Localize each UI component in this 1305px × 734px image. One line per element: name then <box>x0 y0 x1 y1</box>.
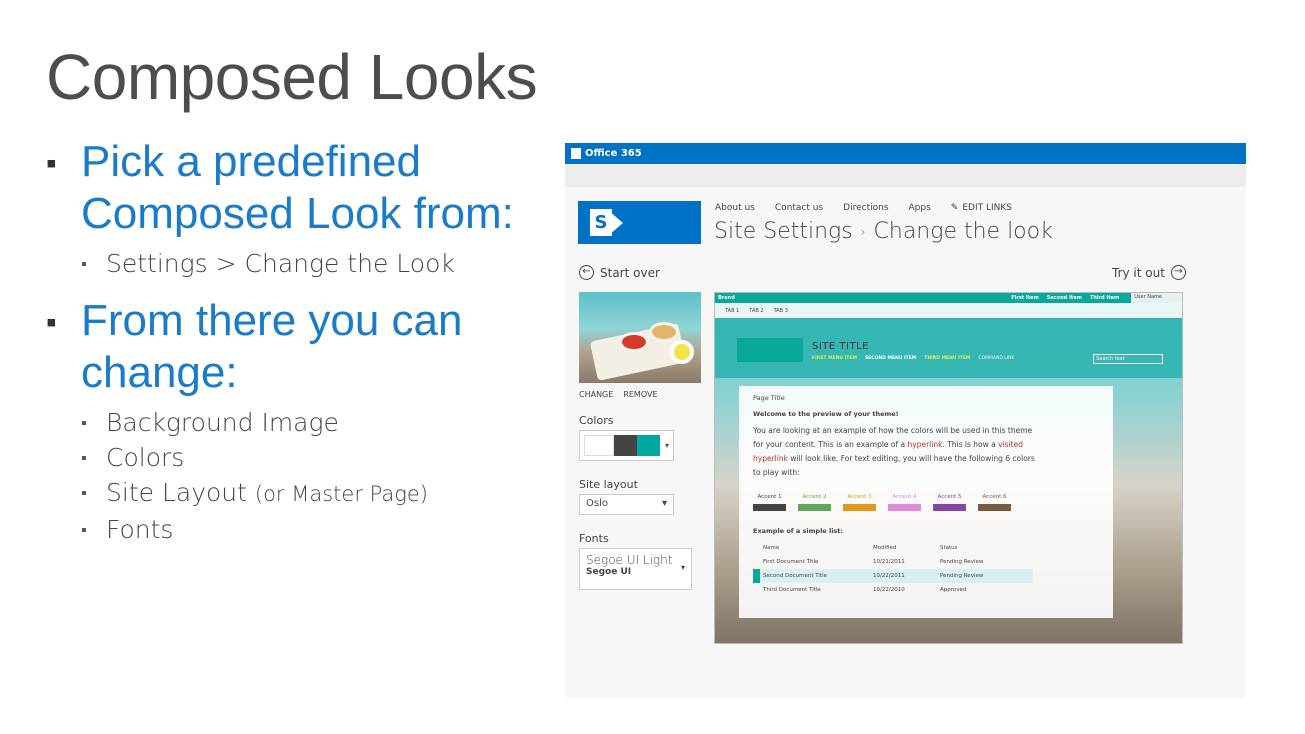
arrow-right-icon: → <box>1170 265 1186 280</box>
preview-list: Name Modified Status First Document Titl… <box>753 541 1033 597</box>
accent-colors: Accent 1 Accent 2 Accent 3 Accent 4 Acce… <box>753 494 1099 511</box>
preview-site-title: SITE TITLE <box>812 341 869 352</box>
preview-logo <box>737 338 803 362</box>
edit-links-button[interactable]: ✎ EDIT LINKS <box>951 203 1012 213</box>
table-row: First Document Title 10/21/2011 Pending … <box>763 559 984 565</box>
font-heading: Segoe UI Light <box>586 553 673 567</box>
accent-3: Accent 3 <box>843 494 876 511</box>
background-image-thumbnail <box>579 292 701 383</box>
preview-content-card: Page Title Welcome to the preview of you… <box>739 386 1113 618</box>
preview-body: You are looking at an example of how the… <box>753 424 1038 480</box>
table-row-selected: Second Document Title 10/22/2011 Pending… <box>753 569 1033 583</box>
sub-bullet-background: Background Image <box>46 405 526 440</box>
edit-links-label: EDIT LINKS <box>962 203 1012 213</box>
screenshot-panel: Office 365 S About us Contact us Directi… <box>565 143 1246 698</box>
sub-bullet-fonts: Fonts <box>46 512 526 547</box>
site-layout-label: Site layout <box>579 478 638 491</box>
change-image-link[interactable]: CHANGE <box>579 390 613 399</box>
slide-title: Composed Looks <box>46 41 538 113</box>
preview-menu-first: FIRST MENU ITEM <box>812 356 857 361</box>
sub-bullet-colors: Colors <box>46 440 526 475</box>
nav-apps[interactable]: Apps <box>909 203 931 213</box>
preview-top-link-1: First Item <box>1011 295 1039 301</box>
nav-directions[interactable]: Directions <box>843 203 888 213</box>
start-over-label: Start over <box>600 265 660 280</box>
chevron-down-icon: ▾ <box>680 563 685 572</box>
image-actions: CHANGE REMOVE <box>579 390 658 399</box>
preview-tab-1: TAB 1 <box>725 308 740 314</box>
preview-menu: FIRST MENU ITEM SECOND MENU ITEM THIRD M… <box>812 356 1014 361</box>
nav-contact-us[interactable]: Contact us <box>775 203 823 213</box>
color-swatch-2 <box>614 435 638 456</box>
try-it-out-button[interactable]: Try it out → <box>1112 265 1186 280</box>
sub-bullet-note: (or Master Page) <box>254 482 428 506</box>
ribbon-strip <box>565 164 1246 187</box>
table-row: Third Document Title 10/22/2010 Approved <box>763 587 967 593</box>
start-over-button[interactable]: ← Start over <box>579 265 660 280</box>
chevron-down-icon: ▾ <box>661 498 667 509</box>
preview-list-heading: Example of a simple list: <box>753 527 844 535</box>
accent-1: Accent 1 <box>753 494 786 511</box>
accent-6: Accent 6 <box>978 494 1011 511</box>
bullet-list: Pick a predefined Composed Look from: Se… <box>46 136 526 547</box>
sharepoint-logo-icon[interactable]: S <box>578 201 701 244</box>
preview-search-input: Search text <box>1093 354 1163 364</box>
sub-bullet-settings: Settings > Change the Look <box>46 246 526 281</box>
accent-4: Accent 4 <box>888 494 921 511</box>
breadcrumb-parent[interactable]: Site Settings <box>714 219 853 244</box>
remove-image-link[interactable]: REMOVE <box>623 390 657 399</box>
preview-tab-2: TAB 2 <box>749 308 764 314</box>
preview-suite-bar: Brand First Item Second Item Third Item … <box>715 293 1182 303</box>
top-nav: About us Contact us Directions Apps ✎ EDI… <box>715 203 1012 213</box>
suite-brand[interactable]: Office 365 <box>585 148 642 159</box>
bullet-pick-look: Pick a predefined Composed Look from: <box>46 136 526 240</box>
site-layout-value: Oslo <box>586 498 608 509</box>
suite-bar: Office 365 <box>565 143 1246 164</box>
preview-header: SITE TITLE FIRST MENU ITEM SECOND MENU I… <box>715 318 1182 378</box>
preview-top-link-2: Second Item <box>1046 295 1082 301</box>
fonts-select[interactable]: Segoe UI Light Segoe UI ▾ <box>579 548 692 590</box>
sub-bullet-site-layout-label: Site Layout <box>106 478 247 507</box>
preview-tab-3: TAB 3 <box>773 308 788 314</box>
breadcrumb-separator: › <box>860 224 866 239</box>
preview-hyperlink: hyperlink <box>907 440 943 449</box>
preview-body-2: . This is how a <box>942 440 996 449</box>
theme-preview: Brand First Item Second Item Third Item … <box>714 292 1183 644</box>
preview-page-title: Page Title <box>753 394 785 402</box>
bullet-change: From there you can change: <box>46 295 526 399</box>
preview-menu-third: THIRD MENU ITEM <box>924 356 971 361</box>
colors-label: Colors <box>579 414 614 427</box>
office-logo-icon <box>571 148 581 159</box>
breadcrumb-current: Change the look <box>873 219 1053 244</box>
site-layout-select[interactable]: Oslo ▾ <box>579 494 674 515</box>
chevron-down-icon: ▾ <box>664 441 669 450</box>
arrow-left-icon: ← <box>579 265 594 280</box>
breadcrumb: Site Settings › Change the look <box>714 219 1053 244</box>
preview-top-link-3: Third Item <box>1089 295 1120 301</box>
preview-menu-command: COMMAND LINK <box>978 356 1015 361</box>
font-body: Segoe UI <box>586 567 632 577</box>
fonts-label: Fonts <box>579 532 609 545</box>
preview-welcome: Welcome to the preview of your theme! <box>753 410 899 418</box>
accent-2: Accent 2 <box>798 494 831 511</box>
preview-brand: Brand <box>718 295 735 301</box>
sub-bullet-site-layout: Site Layout (or Master Page) <box>46 475 526 512</box>
color-swatch-3 <box>637 435 660 456</box>
try-it-out-label: Try it out <box>1112 265 1165 280</box>
nav-about-us[interactable]: About us <box>715 203 755 213</box>
table-header-row: Name Modified Status <box>763 545 958 551</box>
colors-select[interactable]: ▾ <box>579 430 674 461</box>
accent-5: Accent 5 <box>933 494 966 511</box>
preview-user-name: User Name <box>1131 293 1182 303</box>
pencil-icon: ✎ <box>950 203 959 213</box>
preview-tabs: TAB 1 TAB 2 TAB 3 <box>715 303 1182 318</box>
preview-menu-second: SECOND MENU ITEM <box>864 356 917 361</box>
preview-body-3: will look like. For text editing, you wi… <box>753 454 1035 477</box>
color-swatch-1 <box>584 435 615 456</box>
